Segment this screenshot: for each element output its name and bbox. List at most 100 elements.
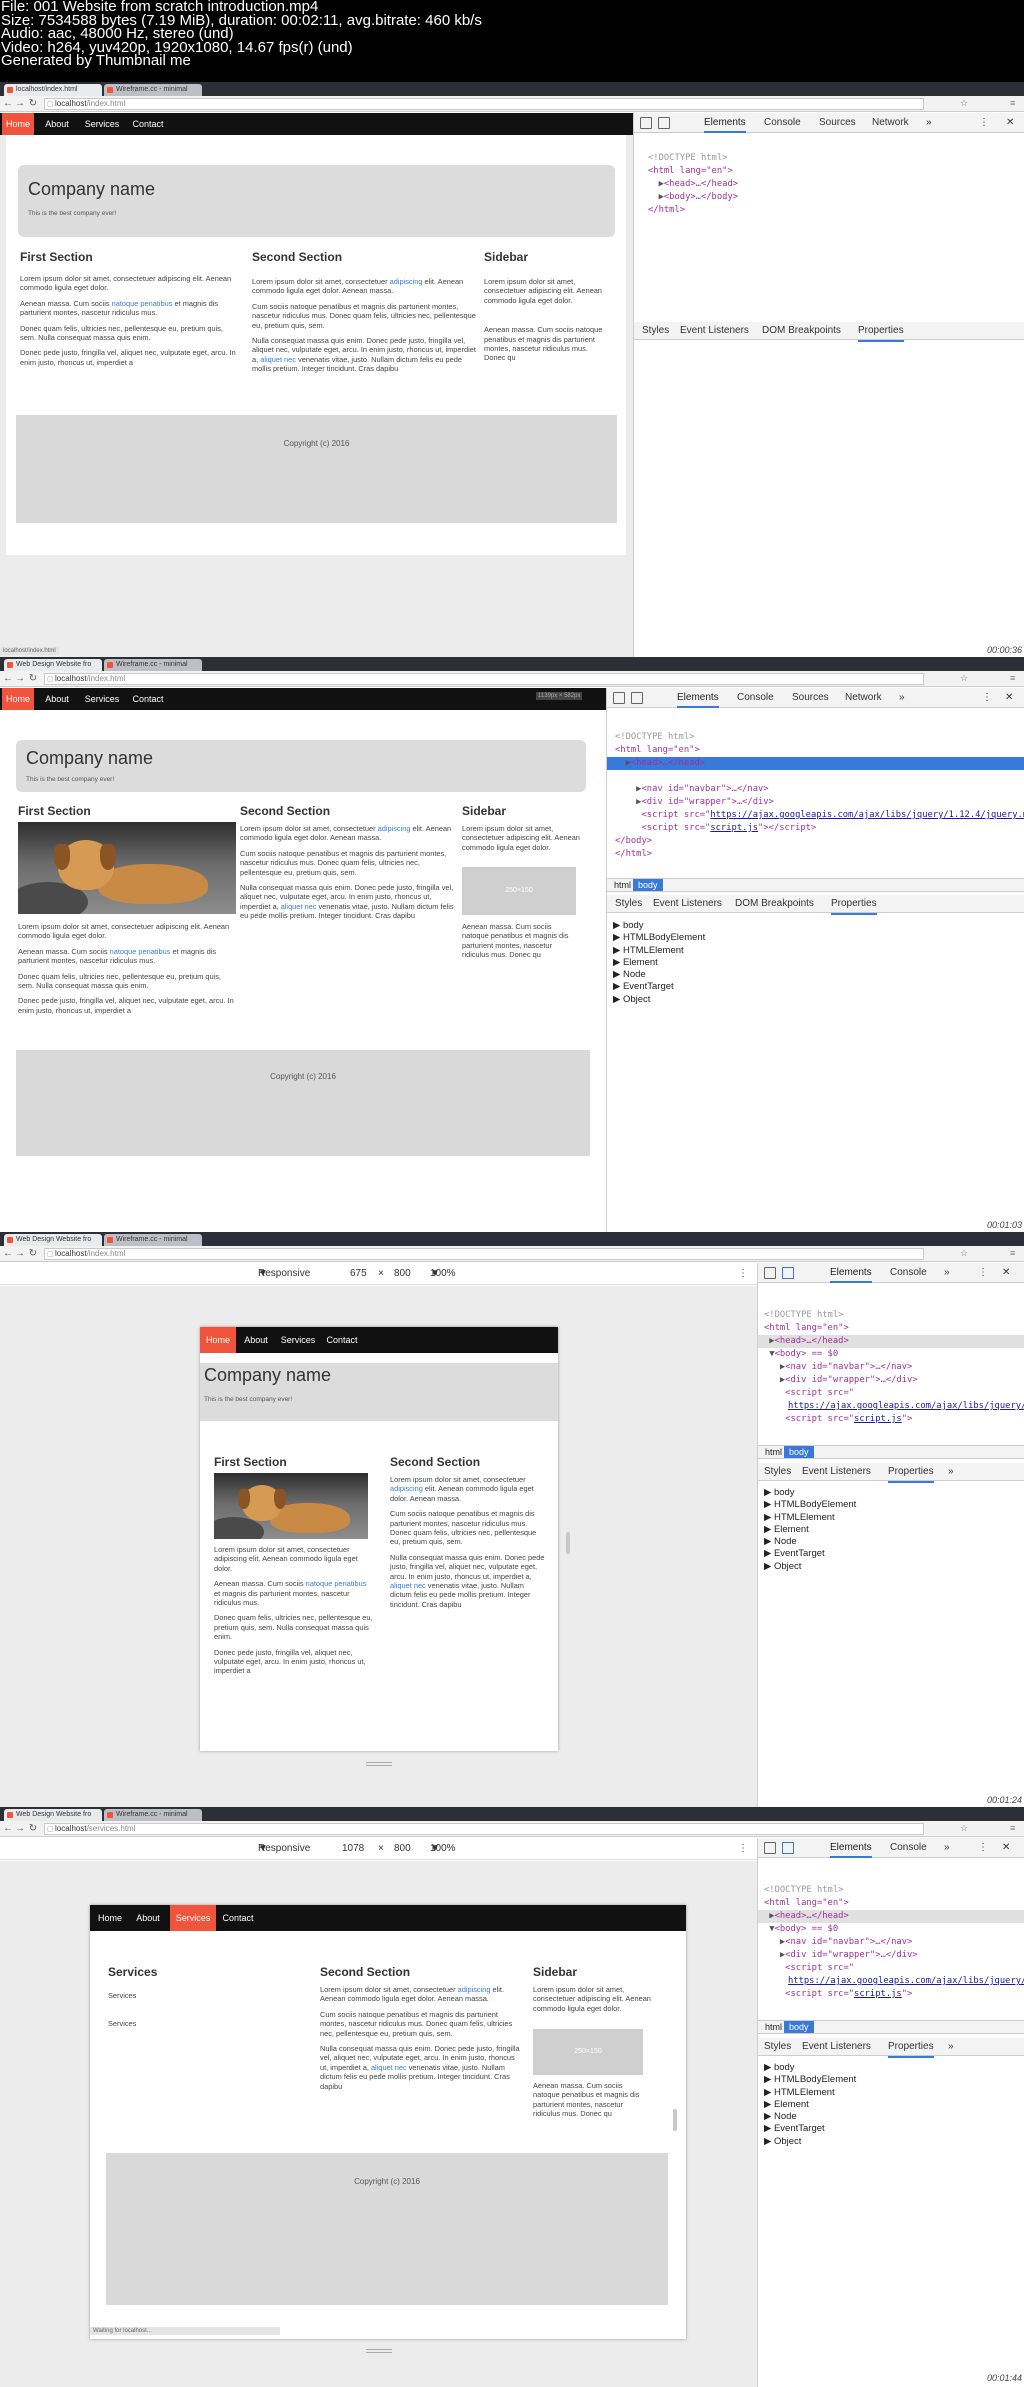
resize-handle-right[interactable] [566, 1532, 570, 1554]
browser-tab-wireframe[interactable]: Wireframe.cc - minimal [104, 659, 202, 671]
nav-about[interactable]: About [38, 113, 76, 135]
tab-event-listeners[interactable]: Event Listeners [802, 2038, 871, 2056]
breadcrumb-body[interactable]: body [633, 879, 663, 891]
reload-icon[interactable]: ↻ [28, 1248, 38, 1259]
back-icon[interactable]: ← [3, 98, 13, 109]
resize-handle-bottom[interactable] [366, 2349, 392, 2353]
browser-tab[interactable]: Web Design Website fro [4, 659, 102, 671]
prop-item[interactable]: ▶ EventTarget [764, 2123, 856, 2135]
more-tabs-icon[interactable]: » [899, 688, 905, 708]
menu-icon[interactable]: ≡ [1010, 673, 1015, 683]
kebab-menu-icon[interactable]: ⋮ [738, 1263, 748, 1285]
inspect-icon[interactable] [764, 1842, 776, 1854]
back-icon[interactable]: ← [3, 1823, 13, 1834]
prop-item[interactable]: ▶ HTMLElement [764, 1512, 856, 1524]
url-input[interactable]: ▢ localhost/index.html [44, 1248, 924, 1260]
browser-tab-wireframe[interactable]: Wireframe.cc - minimal [104, 84, 202, 96]
prop-item[interactable]: ▶ EventTarget [764, 1548, 856, 1560]
close-icon[interactable]: ✕ [1002, 1838, 1010, 1858]
resize-handle-bottom[interactable] [366, 1762, 392, 1766]
nav-contact[interactable]: Contact [322, 1327, 362, 1353]
text-link[interactable]: aliquet nec [281, 902, 317, 911]
width-input[interactable]: 675 [350, 1263, 367, 1285]
tab-console[interactable]: Console [890, 1838, 927, 1858]
more-tabs-icon[interactable]: » [926, 113, 932, 133]
tab-dom-breakpoints[interactable]: DOM Breakpoints [735, 895, 814, 913]
forward-icon[interactable]: → [15, 98, 25, 109]
text-link[interactable]: adipiscing [458, 1985, 491, 1994]
text-link[interactable]: adipiscing [390, 277, 423, 286]
width-input[interactable]: 1078 [342, 1838, 364, 1860]
nav-home[interactable]: Home [200, 1327, 236, 1353]
prop-item[interactable]: ▶ HTMLBodyElement [764, 2074, 856, 2086]
reload-icon[interactable]: ↻ [28, 1823, 38, 1834]
text-link[interactable]: natoque penatibus [110, 947, 171, 956]
star-icon[interactable]: ☆ [960, 1248, 968, 1259]
tab-network[interactable]: Network [872, 113, 909, 133]
reload-icon[interactable]: ↻ [28, 673, 38, 684]
inspect-icon[interactable] [613, 692, 625, 704]
nav-home[interactable]: Home [2, 688, 34, 710]
prop-item[interactable]: ▶ EventTarget [613, 981, 705, 993]
nav-contact[interactable]: Contact [128, 688, 168, 710]
resize-handle-right[interactable] [673, 2109, 677, 2131]
nav-contact[interactable]: Contact [128, 113, 168, 135]
star-icon[interactable]: ☆ [960, 98, 968, 109]
breadcrumb-html[interactable]: html [760, 2021, 787, 2033]
nav-about[interactable]: About [38, 688, 76, 710]
device-icon[interactable] [782, 1267, 794, 1279]
tab-properties[interactable]: Properties [858, 322, 904, 342]
star-icon[interactable]: ☆ [960, 1823, 968, 1834]
text-link[interactable]: aliquet nec [371, 2063, 407, 2072]
url-input[interactable]: ▢ localhost/services.html [44, 1823, 924, 1835]
services-link[interactable]: Services [108, 1991, 168, 2000]
prop-item[interactable]: ▶ HTMLElement [764, 2087, 856, 2099]
tab-console[interactable]: Console [764, 113, 801, 133]
device-icon[interactable] [631, 692, 643, 704]
text-link[interactable]: adipiscing [390, 1484, 423, 1493]
browser-tab[interactable]: Web Design Website fro [4, 1234, 102, 1246]
prop-item[interactable]: ▶ Object [764, 2136, 856, 2148]
responsive-select[interactable]: Responsive ▼ [258, 1838, 310, 1860]
nav-home[interactable]: Home [2, 113, 34, 135]
star-icon[interactable]: ☆ [960, 673, 968, 684]
tab-elements[interactable]: Elements [704, 113, 746, 133]
prop-item[interactable]: ▶ Object [764, 1561, 856, 1573]
forward-icon[interactable]: → [15, 673, 25, 684]
tab-styles[interactable]: Styles [642, 322, 669, 340]
height-input[interactable]: 800 [394, 1838, 411, 1860]
back-icon[interactable]: ← [3, 1248, 13, 1259]
more-tabs-icon[interactable]: » [944, 1838, 950, 1858]
tab-event-listeners[interactable]: Event Listeners [653, 895, 722, 913]
kebab-menu-icon[interactable]: ⋮ [982, 688, 992, 708]
more-tabs-icon[interactable]: » [944, 1263, 950, 1283]
prop-item[interactable]: ▶ HTMLBodyElement [764, 1499, 856, 1511]
prop-item[interactable]: ▶ Node [764, 2111, 856, 2123]
prop-item[interactable]: ▶ Node [764, 1536, 856, 1548]
device-icon[interactable] [658, 117, 670, 129]
menu-icon[interactable]: ≡ [1010, 1823, 1015, 1833]
browser-tab-wireframe[interactable]: Wireframe.cc - minimal [104, 1809, 202, 1821]
tab-styles[interactable]: Styles [615, 895, 642, 913]
breadcrumb-html[interactable]: html [760, 1446, 787, 1458]
inspect-icon[interactable] [640, 117, 652, 129]
browser-tab-wireframe[interactable]: Wireframe.cc - minimal [104, 1234, 202, 1246]
height-input[interactable]: 800 [394, 1263, 411, 1285]
text-link[interactable]: natoque penatibus [112, 299, 173, 308]
inspect-icon[interactable] [764, 1267, 776, 1279]
nav-services[interactable]: Services [80, 113, 124, 135]
nav-home[interactable]: Home [92, 1905, 128, 1931]
tab-properties[interactable]: Properties [888, 2038, 934, 2058]
url-input[interactable]: ▢ localhost/index.html [44, 673, 924, 685]
tab-elements[interactable]: Elements [830, 1838, 872, 1858]
device-icon[interactable] [782, 1842, 794, 1854]
prop-item[interactable]: ▶ body [764, 2062, 856, 2074]
text-link[interactable]: adipiscing [378, 824, 411, 833]
tab-sources[interactable]: Sources [819, 113, 856, 133]
prop-item[interactable]: ▶ HTMLBodyElement [613, 932, 705, 944]
menu-icon[interactable]: ≡ [1010, 98, 1015, 108]
tab-network[interactable]: Network [845, 688, 882, 708]
zoom-select[interactable]: 100% ▼ [430, 1838, 456, 1860]
tab-dom-breakpoints[interactable]: DOM Breakpoints [762, 322, 841, 340]
kebab-menu-icon[interactable]: ⋮ [978, 1263, 988, 1283]
